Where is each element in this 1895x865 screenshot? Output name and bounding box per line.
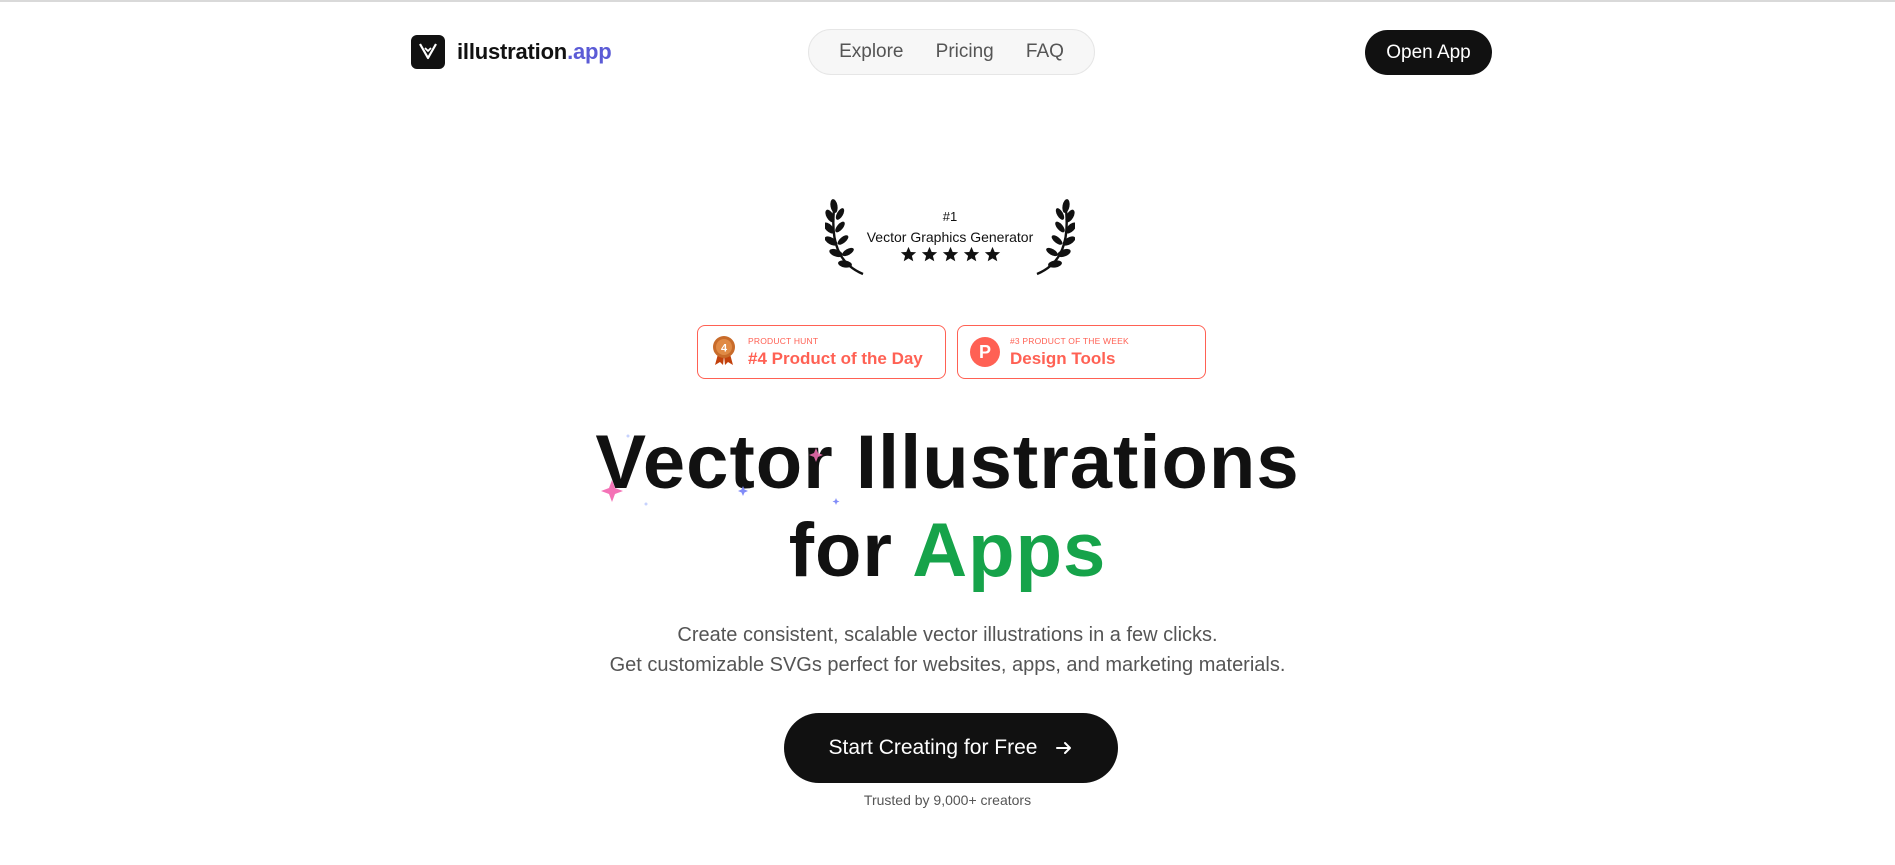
logo-icon [411,35,445,69]
producthunt-badge-product-of-week[interactable]: P #3 PRODUCT OF THE WEEK Design Tools [957,325,1206,379]
award-laurel: #1 Vector Graphics Generator [825,194,1075,278]
badge-title: Design Tools [1010,348,1116,368]
medal-icon: 4 [710,334,738,371]
hero-title-accent: Apps [912,508,1107,593]
site-header: illustration.app Explore Pricing FAQ Ope… [0,0,1895,104]
badge-small-label: PRODUCT HUNT [748,335,819,346]
hero-subtitle-line1: Create consistent, scalable vector illus… [677,624,1218,646]
nav-item-pricing[interactable]: Pricing [936,41,994,63]
open-app-button[interactable]: Open App [1365,30,1492,75]
logo-link[interactable]: illustration.app [411,34,612,70]
hero-subtitle-line2: Get customizable SVGs perfect for websit… [609,654,1286,676]
star-icon [921,246,937,262]
hero-title-line1: Vector Illustrations [595,420,1300,505]
producthunt-badge-product-of-day[interactable]: 4 PRODUCT HUNT #4 Product of the Day [697,325,946,379]
hero-title-prefix: for [788,508,913,593]
award-rank: #1 [942,209,958,224]
producthunt-icon: P [970,337,1000,367]
badge-title: #4 Product of the Day [748,348,923,368]
nav-item-faq[interactable]: FAQ [1026,41,1064,63]
hero-title-line2: for Apps [0,509,1895,593]
star-icon [942,246,958,262]
logo-text: illustration.app [457,39,612,64]
cta-label: Start Creating for Free [828,736,1038,759]
star-icon [984,246,1000,262]
start-creating-button[interactable]: Start Creating for Free [784,713,1118,783]
award-title: Vector Graphics Generator [866,229,1034,245]
star-icon [900,246,916,262]
arrow-right-icon [1056,742,1072,754]
badge-small-label: #3 PRODUCT OF THE WEEK [1010,335,1129,346]
main-nav: Explore Pricing FAQ [808,29,1095,75]
star-icon [963,246,979,262]
svg-text:4: 4 [721,342,728,354]
trusted-by-text: Trusted by 9,000+ creators [863,792,1032,808]
award-star-rating [825,246,1075,263]
nav-item-explore[interactable]: Explore [839,41,903,63]
